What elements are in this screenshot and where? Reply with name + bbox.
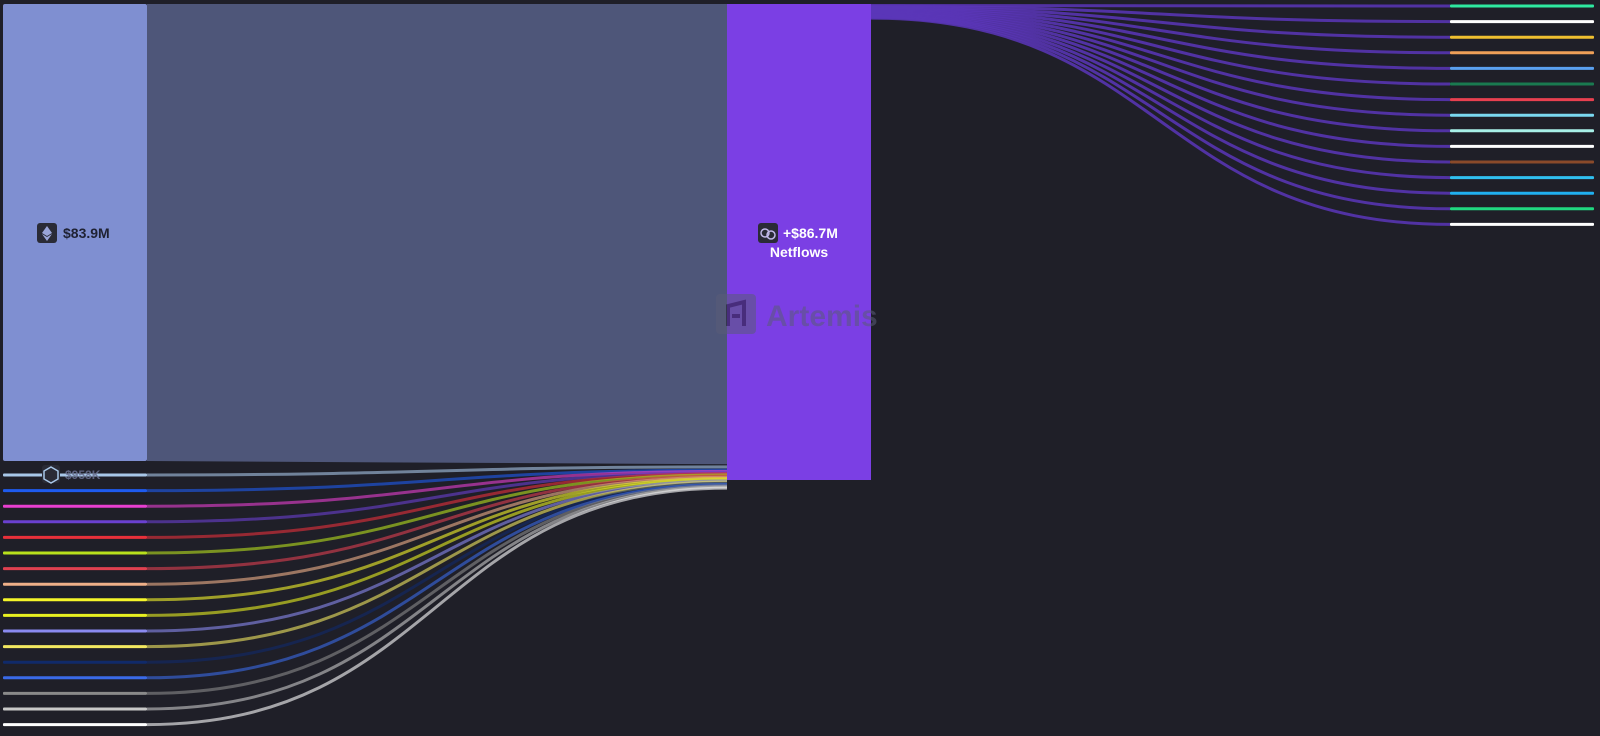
source-node-s16 [3,691,147,695]
flow-t15 [870,16,1451,226]
source-node-s18 [3,723,147,727]
source-node-s5 [3,520,147,524]
source-node-s17 [3,707,147,711]
target-node-t15 [1450,222,1594,226]
ethereum-label-group: $83.9M [37,223,110,243]
source-node-s14 [3,660,147,664]
netflows-node [727,4,871,480]
watermark-text: Artemis [766,300,878,333]
target-node-t3 [1450,35,1594,39]
artemis-logo-icon [716,294,756,334]
arbitrum-label-group: $958K [42,465,101,484]
target-node-t2 [1450,20,1594,24]
target-node-t11 [1450,160,1594,164]
target-node-t14 [1450,207,1594,211]
ethereum-value-label: $83.9M [63,225,110,241]
flow-t13 [870,14,1451,195]
source-node-s11 [3,613,147,617]
source-node-s12 [3,629,147,633]
source-node-s9 [3,582,147,586]
flow-s14 [146,481,728,664]
target-node-t6 [1450,82,1594,86]
flow-t8 [870,10,1451,117]
sankey-chart: Artemis $83.9M $958K +$86.7M Netflows [3,4,1594,727]
flow-ethereum [147,4,727,465]
target-node-t12 [1450,176,1594,180]
source-node-s15 [3,676,147,680]
source-node-s4 [3,504,147,508]
watermark: Artemis [716,294,878,334]
target-node-t1 [1450,4,1594,8]
netflows-value-label: +$86.7M [783,225,838,241]
source-node-s7 [3,551,147,555]
flow-s12 [146,479,728,633]
source-node-s6 [3,535,147,539]
target-node-t9 [1450,129,1594,133]
source-node-s13 [3,645,147,649]
netflows-name-label: Netflows [770,244,829,260]
source-node-s3 [3,489,147,493]
target-node-t8 [1450,113,1594,117]
target-node-t13 [1450,191,1594,195]
target-node-t10 [1450,144,1594,148]
target-node-t4 [1450,51,1594,55]
source-node-s8 [3,567,147,571]
arbitrum-value-label: $958K [65,468,101,482]
target-node-t5 [1450,66,1594,70]
source-node-s10 [3,598,147,602]
target-node-t7 [1450,98,1594,102]
flow-s16 [146,484,728,695]
